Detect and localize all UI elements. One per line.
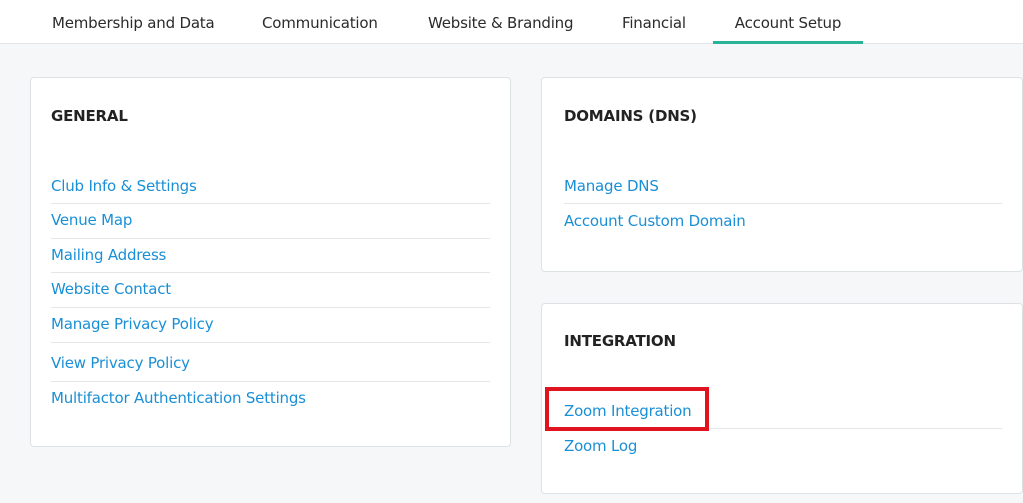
account-custom-domain-link[interactable]: Account Custom Domain	[564, 212, 746, 230]
tab-website-branding[interactable]: Website & Branding	[428, 0, 588, 44]
view-privacy-policy-link[interactable]: View Privacy Policy	[51, 354, 190, 372]
tab-communication[interactable]: Communication	[262, 0, 392, 44]
divider	[51, 307, 490, 308]
divider	[564, 203, 1002, 204]
zoom-integration-link[interactable]: Zoom Integration	[564, 402, 692, 420]
divider	[51, 203, 490, 204]
divider	[51, 342, 490, 343]
divider	[51, 272, 490, 273]
manage-dns-link[interactable]: Manage DNS	[564, 177, 659, 195]
integration-card: INTEGRATION Zoom Integration Zoom Log	[541, 303, 1023, 494]
top-navigation: Membership and Data Communication Websit…	[0, 0, 1023, 44]
zoom-log-link[interactable]: Zoom Log	[564, 437, 637, 455]
tab-financial[interactable]: Financial	[622, 0, 697, 44]
tab-membership-and-data[interactable]: Membership and Data	[52, 0, 227, 44]
divider	[51, 238, 490, 239]
website-contact-link[interactable]: Website Contact	[51, 280, 171, 298]
mailing-address-link[interactable]: Mailing Address	[51, 246, 166, 264]
tab-account-setup[interactable]: Account Setup	[713, 0, 863, 44]
general-card-title: GENERAL	[51, 107, 128, 125]
general-card: GENERAL Club Info & Settings Venue Map M…	[30, 77, 511, 447]
domains-card: DOMAINS (DNS) Manage DNS Account Custom …	[541, 77, 1023, 272]
divider	[51, 381, 490, 382]
venue-map-link[interactable]: Venue Map	[51, 211, 132, 229]
multifactor-authentication-settings-link[interactable]: Multifactor Authentication Settings	[51, 389, 306, 407]
divider	[564, 428, 1002, 429]
club-info-settings-link[interactable]: Club Info & Settings	[51, 177, 197, 195]
domains-card-title: DOMAINS (DNS)	[564, 107, 697, 125]
integration-card-title: INTEGRATION	[564, 332, 676, 350]
manage-privacy-policy-link[interactable]: Manage Privacy Policy	[51, 315, 214, 333]
